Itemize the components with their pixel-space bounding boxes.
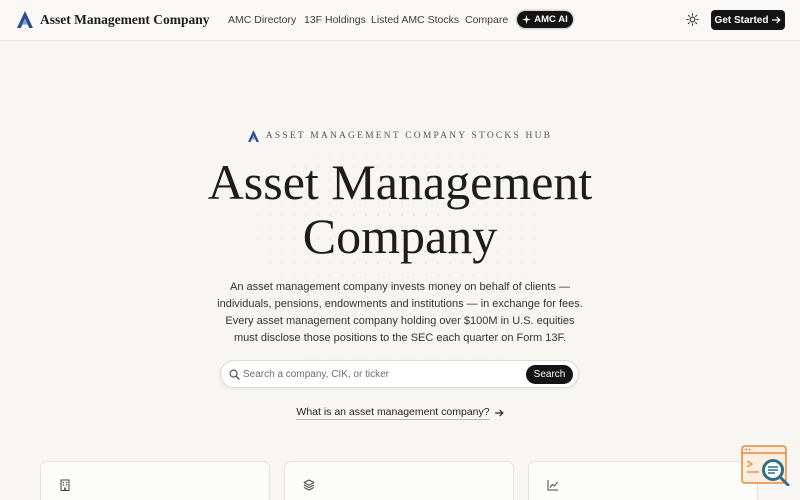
- brand-name[interactable]: Asset Management Company: [40, 12, 210, 28]
- nav-link-amc-directory[interactable]: AMC Directory: [228, 14, 296, 26]
- arrow-right-icon: [772, 16, 781, 24]
- hero-desc-line3: Every asset management company holding o…: [225, 315, 575, 327]
- nav-link-compare[interactable]: Compare: [465, 14, 508, 26]
- logo-mark-icon: [247, 130, 259, 142]
- feature-card-holdings[interactable]: [284, 461, 514, 500]
- amc-ai-label: AMC AI: [534, 14, 568, 25]
- eyebrow-text: ASSET MANAGEMENT COMPANY STOCKS HUB: [265, 131, 553, 141]
- hero-desc-line2: individuals, pensions, endowments and in…: [217, 298, 583, 310]
- search-button[interactable]: Search: [526, 365, 573, 384]
- hero-title-line1: Asset Management: [207, 154, 593, 210]
- logo-icon[interactable]: [17, 11, 33, 28]
- search-bar: Search: [220, 360, 579, 388]
- search-input[interactable]: [243, 366, 513, 383]
- hero-description: An asset management company invests mone…: [200, 279, 600, 347]
- learn-more-label: What is an asset management company?: [296, 406, 490, 420]
- nav-link-13f-holdings[interactable]: 13F Holdings: [304, 14, 366, 26]
- search-icon: [229, 369, 240, 380]
- theme-toggle-sun-icon[interactable]: [686, 13, 699, 26]
- hero-desc-line1: An asset management company invests mone…: [230, 281, 570, 293]
- top-navbar: Asset Management Company AMC Directory 1…: [0, 0, 800, 41]
- hero-title-line2: Company: [302, 208, 498, 264]
- layers-icon: [303, 479, 315, 491]
- hero-desc-line4: must disclose those positions to the SEC…: [234, 332, 566, 344]
- get-started-label: Get Started: [714, 14, 769, 26]
- nav-link-listed-amc-stocks[interactable]: Listed AMC Stocks: [371, 14, 459, 26]
- get-started-button[interactable]: Get Started: [711, 10, 785, 30]
- arrow-right-icon: [494, 409, 504, 417]
- amc-ai-button[interactable]: AMC AI: [517, 11, 573, 28]
- feature-card-stocks[interactable]: [528, 461, 758, 500]
- chat-widget-icon[interactable]: [741, 445, 790, 486]
- hero-eyebrow: ASSET MANAGEMENT COMPANY STOCKS HUB: [0, 130, 800, 142]
- building-icon: [60, 479, 70, 491]
- hero-dot-pattern: [0, 41, 800, 500]
- learn-more-link[interactable]: What is an asset management company?: [0, 406, 800, 420]
- feature-card-directory[interactable]: [40, 461, 270, 500]
- hero-title: Asset Management Company: [0, 155, 800, 263]
- chart-line-icon: [547, 480, 558, 491]
- sparkle-icon: [522, 15, 532, 24]
